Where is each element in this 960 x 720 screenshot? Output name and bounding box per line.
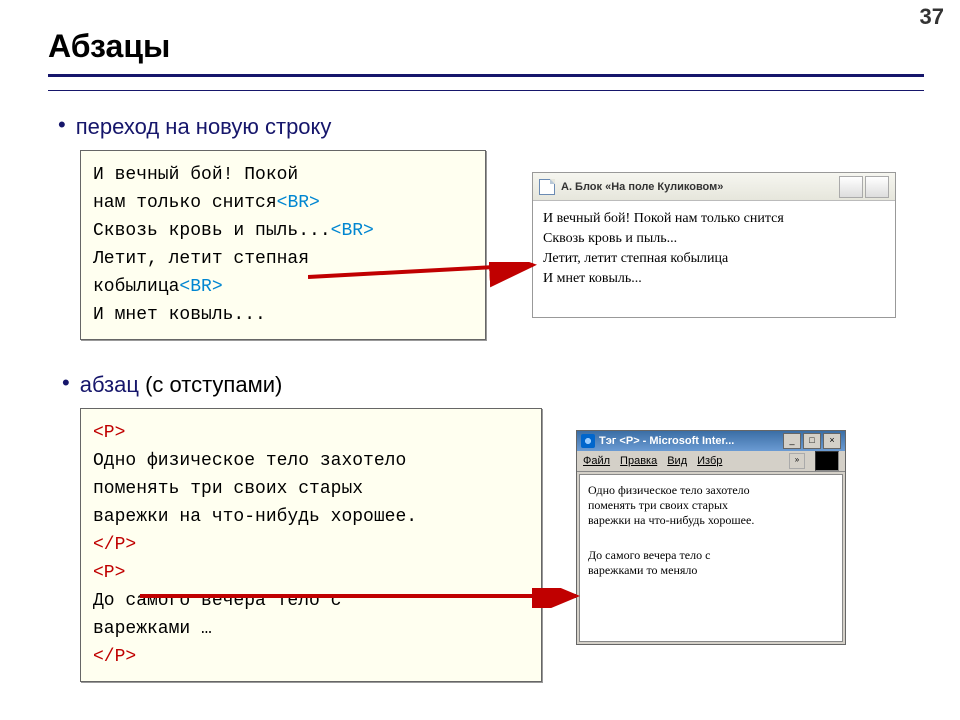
nav-button — [839, 176, 863, 198]
bullet-dot-icon: • — [58, 112, 66, 138]
browser-preview-a: А. Блок «На поле Куликовом» И вечный бой… — [532, 172, 896, 318]
render-line: И вечный бой! Покой нам только снится — [543, 209, 885, 229]
document-icon — [539, 179, 555, 195]
code1-l5: кобылица — [93, 277, 179, 297]
bullet-2-text-b: (с отступами) — [145, 372, 282, 397]
code1-l6: И мнет ковыль... — [93, 305, 266, 325]
code1-l2: нам только снится — [93, 193, 277, 213]
browser-b-body: Одно физическое тело захотело поменять т… — [579, 474, 843, 642]
menu-view: Вид — [667, 455, 687, 467]
slide-number: 37 — [920, 4, 944, 30]
code2-l3: варежки на что-нибудь хорошее. — [93, 507, 417, 527]
para1-l2: поменять три своих старых — [588, 498, 834, 513]
menu-fav: Избр — [697, 455, 722, 467]
render-line: Летит, летит степная кобылица — [543, 249, 885, 269]
para2-l1: До самого вечера тело с — [588, 548, 834, 563]
bullet-2: • абзац (с отступами) — [62, 370, 282, 398]
p-close-tag: </P> — [93, 647, 136, 667]
title-rule-thin — [48, 90, 924, 91]
maximize-icon: □ — [803, 433, 821, 449]
bullet-1: • переход на новую строку — [58, 112, 331, 140]
para2-l2: варежками то меняло — [588, 563, 834, 578]
render-line: Сквозь кровь и пыль... — [543, 229, 885, 249]
br-tag: <BR> — [331, 221, 374, 241]
code1-l3: Сквозь кровь и пыль... — [93, 221, 331, 241]
p-open-tag: <P> — [93, 423, 125, 443]
render-line: И мнет ковыль... — [543, 269, 885, 289]
browser-preview-b: Тэг <P> - Microsoft Inter... _ □ × Файл … — [576, 430, 846, 645]
page-title: Абзацы — [48, 28, 170, 65]
bullet-dot-icon: • — [62, 370, 70, 396]
para1-l3: варежки на что-нибудь хорошее. — [588, 513, 834, 528]
close-icon: × — [823, 433, 841, 449]
browser-b-title: Тэг <P> - Microsoft Inter... — [599, 435, 734, 447]
chevron-icon: » — [789, 453, 805, 469]
br-tag: <BR> — [277, 193, 320, 213]
code1-l1: И вечный бой! Покой — [93, 165, 298, 185]
p-open-tag: <P> — [93, 563, 125, 583]
br-tag: <BR> — [179, 277, 222, 297]
menu-edit: Правка — [620, 455, 657, 467]
title-rule-heavy — [48, 74, 924, 77]
code-example-p: <P> Одно физическое тело захотело поменя… — [80, 408, 542, 682]
arrow-icon — [140, 588, 590, 608]
browser-a-title: А. Блок «На поле Куликовом» — [561, 181, 723, 193]
browser-b-titlebar: Тэг <P> - Microsoft Inter... _ □ × — [577, 431, 845, 451]
code-example-br: И вечный бой! Покой нам только снится<BR… — [80, 150, 486, 340]
throbber-icon — [815, 451, 839, 471]
browser-a-body: И вечный бой! Покой нам только снится Ск… — [533, 201, 895, 297]
code2-l2: поменять три своих старых — [93, 479, 363, 499]
bullet-2-text-a: абзац — [80, 372, 145, 397]
minimize-icon: _ — [783, 433, 801, 449]
browser-a-titlebar: А. Блок «На поле Куликовом» — [533, 173, 895, 201]
ie-icon — [581, 434, 595, 448]
nav-button — [865, 176, 889, 198]
arrow-icon — [308, 262, 548, 292]
bullet-1-text: переход на новую строку — [76, 114, 332, 139]
code2-l1: Одно физическое тело захотело — [93, 451, 406, 471]
browser-b-menubar: Файл Правка Вид Избр » — [577, 451, 845, 472]
para1-l1: Одно физическое тело захотело — [588, 483, 834, 498]
code1-l4: Летит, летит степная — [93, 249, 309, 269]
menu-file: Файл — [583, 455, 610, 467]
p-close-tag: </P> — [93, 535, 136, 555]
code2-l5: варежками … — [93, 619, 212, 639]
